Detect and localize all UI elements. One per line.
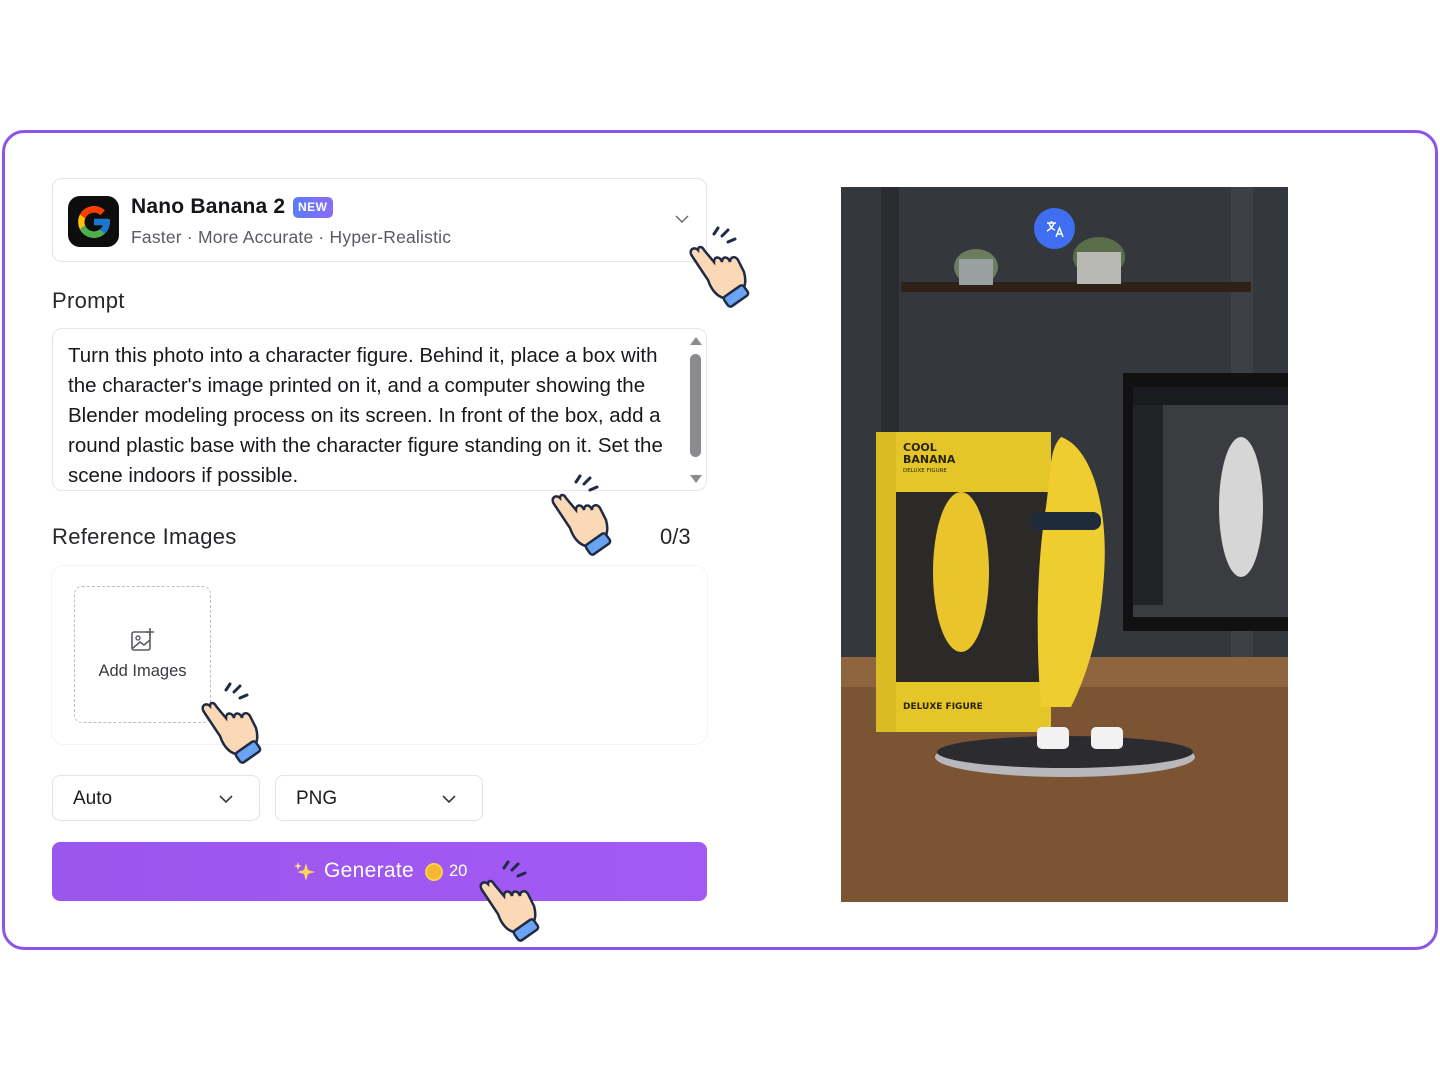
model-selector[interactable]: Nano Banana 2 NEW Faster · More Accurate… (52, 178, 707, 262)
coin-icon (425, 863, 443, 881)
chevron-down-icon (442, 795, 456, 804)
hand-pointer-icon (479, 860, 540, 942)
model-subtitle: Faster · More Accurate · Hyper-Realistic (131, 227, 452, 247)
prompt-textarea[interactable]: Turn this photo into a character figure.… (52, 328, 707, 491)
generated-image-preview: COOL BANANA DELUXE FIGURE DELUXE FIGURE (841, 187, 1288, 902)
scrollbar-thumb[interactable] (690, 354, 701, 457)
aspect-ratio-value: Auto (73, 788, 113, 809)
aspect-ratio-select[interactable]: Auto (52, 775, 260, 821)
chevron-down-icon (219, 795, 233, 804)
new-badge: NEW (293, 197, 333, 218)
translate-button[interactable] (1034, 208, 1075, 249)
add-images-label: Add Images (98, 662, 187, 680)
chevron-down-icon[interactable] (673, 213, 691, 225)
add-image-icon (131, 628, 154, 651)
prompt-label: Prompt (52, 288, 125, 313)
banana-figure-scene-image: COOL BANANA DELUXE FIGURE DELUXE FIGURE (841, 187, 1288, 902)
format-value: PNG (296, 788, 338, 809)
credit-cost: 20 (449, 862, 468, 880)
sparkle-icon (294, 862, 315, 881)
box-footer: DELUXE FIGURE (903, 702, 983, 712)
prompt-text[interactable]: Turn this photo into a character figure.… (68, 341, 668, 491)
generate-label: Generate (324, 859, 414, 882)
scroll-down-arrow-icon[interactable] (689, 474, 703, 484)
add-images-button[interactable]: Add Images (74, 586, 211, 723)
google-logo-icon (68, 196, 119, 247)
box-title-line-2: BANANA (903, 453, 956, 466)
reference-images-label: Reference Images (52, 524, 237, 549)
box-subtitle: DELUXE FIGURE (903, 468, 947, 474)
hand-pointer-icon (551, 474, 612, 556)
format-select[interactable]: PNG (275, 775, 483, 821)
reference-count: 0/3 (660, 524, 691, 549)
translate-icon (1046, 220, 1064, 237)
hand-pointer-icon (689, 226, 750, 308)
hand-pointer-icon (201, 682, 262, 764)
scroll-up-arrow-icon[interactable] (689, 336, 703, 346)
generate-button[interactable]: Generate 20 (52, 842, 707, 901)
model-name: Nano Banana 2 (131, 195, 286, 218)
